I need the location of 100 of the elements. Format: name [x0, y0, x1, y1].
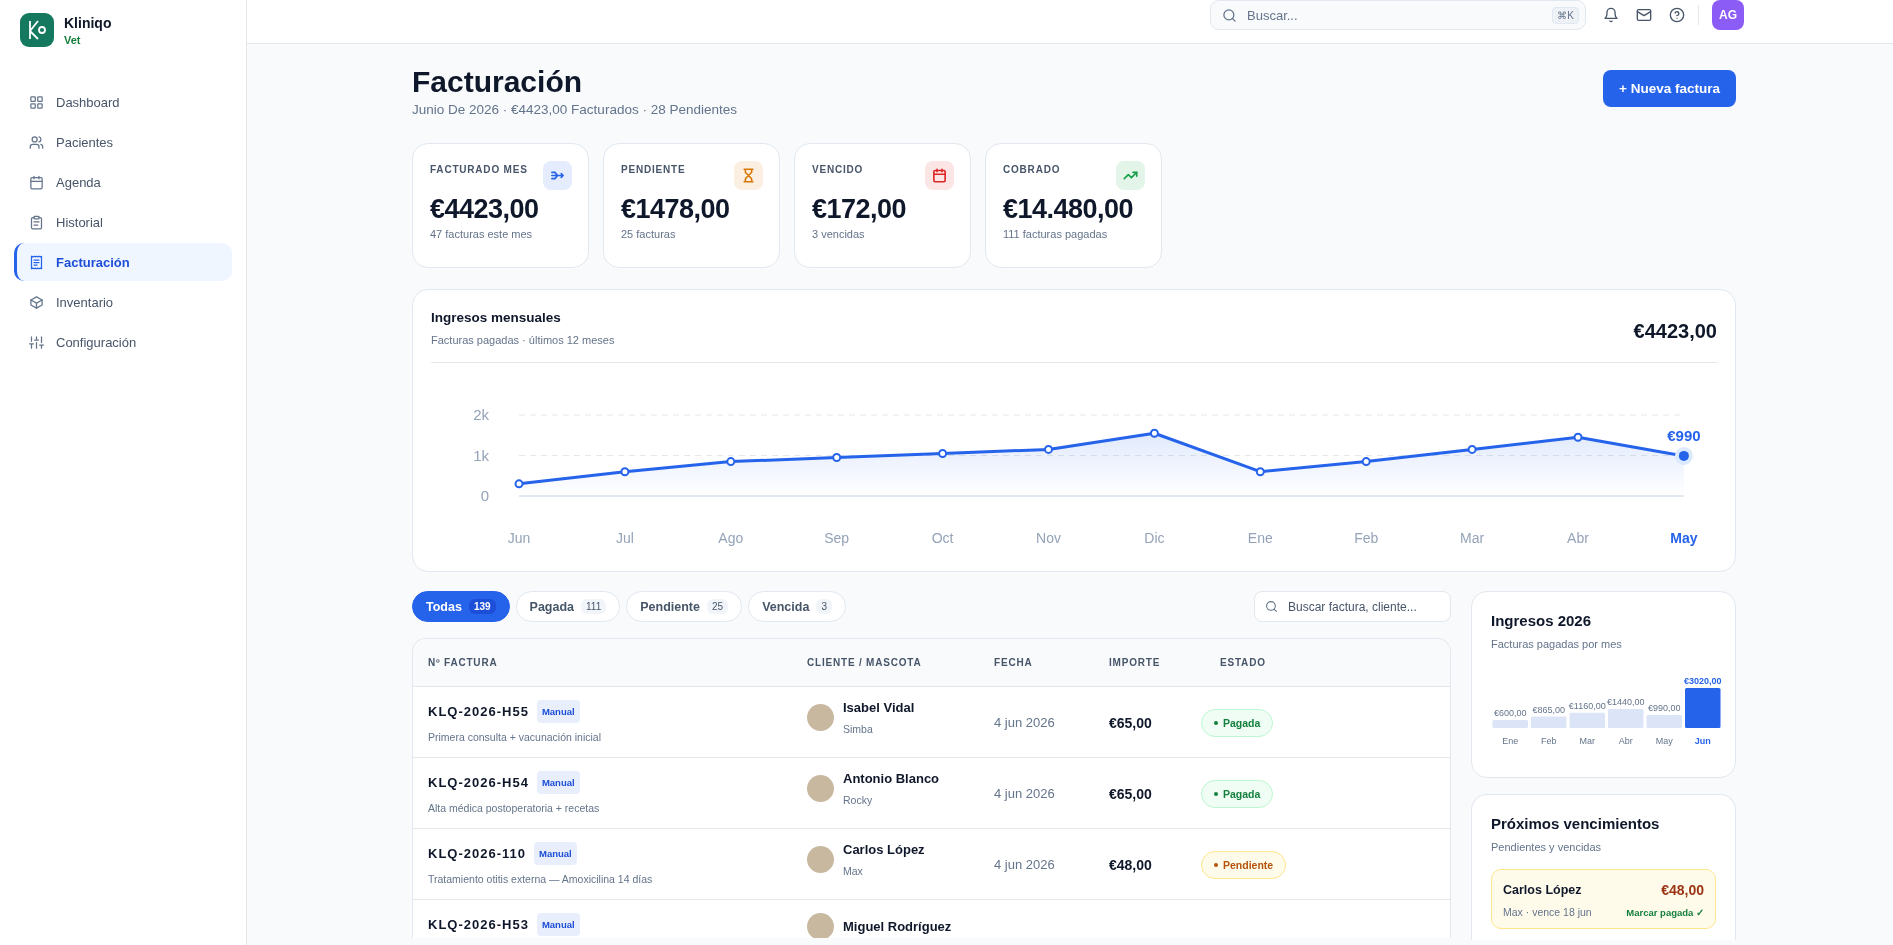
client-name: Antonio Blanco [843, 771, 940, 786]
invoice-number: KLQ-2026-110 [428, 846, 526, 861]
help-icon[interactable] [1669, 7, 1685, 23]
x-axis-label: Jun [507, 530, 531, 546]
x-axis-label: Ene [1247, 530, 1273, 546]
nav-item[interactable]: Agenda [14, 163, 232, 201]
search-bar[interactable]: Buscar... ⌘K [1210, 0, 1586, 30]
revenue-bar [1569, 712, 1605, 728]
invoice-description: Tratamiento otitis externa — Amoxicilina 14 días [428, 873, 654, 885]
bar-value-label: €600,00 [1494, 708, 1527, 719]
filter-tab[interactable]: Pagada 111 [515, 591, 621, 622]
kpi-note: 3 vencidas [812, 228, 866, 240]
bar-month-label: Jun [1694, 736, 1711, 746]
data-point [1573, 432, 1583, 442]
invoice-search-bar[interactable]: Buscar factura, cliente... [1254, 591, 1451, 622]
mark-paid-link[interactable]: Marcar pagada ✓ [1626, 906, 1704, 918]
column-header: CLIENTE / MASCOTA [807, 657, 923, 668]
source-tag: Manual [536, 913, 580, 936]
source-tag: Manual [534, 842, 577, 865]
status-badge: Pagada [1201, 708, 1274, 737]
nav-item[interactable]: Facturación [14, 243, 232, 281]
status-badge: Pendiente [1201, 850, 1287, 879]
bar-month-label: May [1655, 736, 1673, 746]
data-point [1149, 428, 1159, 438]
y-axis-label: 0 [480, 487, 489, 504]
invoice-description: Alta médica postoperatoria + recetas [428, 802, 601, 814]
nav-item[interactable]: Inventario [14, 283, 232, 321]
data-point [1044, 444, 1053, 454]
search-icon [1222, 7, 1237, 23]
x-axis-label: Ago [718, 530, 744, 546]
data-point [620, 467, 630, 477]
x-axis-label: Mar [1460, 530, 1485, 546]
source-tag: Manual [536, 771, 580, 794]
x-axis-label: May [1670, 530, 1698, 546]
bar-month-label: Mar [1579, 736, 1595, 746]
clipboard-icon [29, 214, 44, 230]
bar-value-label: €3020,00 [1684, 676, 1722, 686]
kpi-label: FACTURADO MES [430, 164, 528, 175]
invoice-amount: €48,00 [1109, 856, 1152, 873]
sliders-icon [29, 334, 44, 350]
invoice-search-input[interactable]: Buscar factura, cliente... [1286, 598, 1440, 615]
revenue-bar [1608, 708, 1644, 728]
kpi-label: PENDIENTE [621, 164, 686, 175]
kpi-label: VENCIDO [812, 164, 864, 175]
filter-tab[interactable]: Pendiente 25 [626, 591, 743, 622]
client-name: Carlos López [1503, 883, 1582, 897]
column-header: FECHA [994, 657, 1034, 668]
search-input[interactable]: Buscar... [1245, 6, 1545, 24]
bar-month-label: Abr [1618, 736, 1633, 746]
card-title: Ingresos 2026 [1491, 612, 1593, 629]
pet-name: Rocky [843, 794, 874, 806]
count-badge: 111 [581, 599, 607, 614]
data-point [938, 449, 948, 458]
due-amount: €48,00 [1661, 882, 1704, 898]
x-axis-label: Feb [1354, 530, 1379, 546]
source-tag: Manual [536, 700, 580, 723]
kpi-value: €172,00 [812, 194, 908, 225]
invoice-number: KLQ-2026-H55 [428, 704, 529, 719]
invoice-date: 4 jun 2026 [994, 786, 1055, 801]
pet-name: Simba [843, 723, 874, 735]
mail-icon[interactable] [1636, 7, 1652, 23]
revenue-bar [1646, 714, 1682, 728]
notifications-icon[interactable] [1603, 7, 1619, 23]
data-point [832, 453, 842, 463]
data-point [726, 457, 736, 467]
client-name: Carlos López [843, 842, 925, 857]
pet-photo-placeholder [807, 775, 834, 802]
shortcut-hint: ⌘K [1552, 6, 1579, 24]
x-axis-label: Nov [1036, 530, 1061, 546]
filter-tab[interactable]: Todas 139 [412, 591, 510, 622]
bar-value-label: €1160,00 [1568, 700, 1606, 711]
user-avatar[interactable]: AG [1712, 0, 1744, 30]
data-point [1361, 457, 1371, 467]
bar-month-label: Feb [1541, 736, 1557, 746]
column-header: ESTADO [1219, 657, 1267, 668]
client-name: Isabel Vidal [843, 700, 915, 715]
revenue-bar [1531, 716, 1567, 728]
card-title: Próximos vencimientos [1491, 815, 1661, 832]
logo-icon [27, 19, 47, 41]
nav-item[interactable]: Dashboard [14, 83, 232, 121]
new-invoice-button[interactable]: + Nueva factura [1603, 70, 1736, 107]
count-badge: 3 [816, 599, 832, 614]
kpi-value: €14.480,00 [1003, 194, 1135, 225]
nav-item[interactable]: Historial [14, 203, 232, 241]
chart-total: €4423,00 [1633, 320, 1717, 343]
y-axis-label: 2k [473, 406, 489, 423]
x-axis-label: Sep [824, 530, 850, 546]
highlighted-point [1674, 446, 1693, 465]
x-axis-label: Oct [931, 530, 954, 546]
nav-item[interactable]: Pacientes [14, 123, 232, 161]
grid-icon [29, 94, 44, 110]
filter-tab[interactable]: Vencida 3 [748, 591, 846, 622]
bar-value-label: €865,00 [1532, 704, 1565, 715]
brand-name: Kliniqo [64, 14, 112, 31]
brand-subtitle: Vet [64, 33, 82, 46]
x-axis-label: Jul [615, 530, 634, 546]
kpi-label: COBRADO [1003, 164, 1061, 175]
due-detail: Max · vence 18 jun [1503, 906, 1592, 918]
nav-item[interactable]: Configuración [14, 323, 232, 361]
card-subtitle: Facturas pagadas por mes [1491, 638, 1623, 650]
